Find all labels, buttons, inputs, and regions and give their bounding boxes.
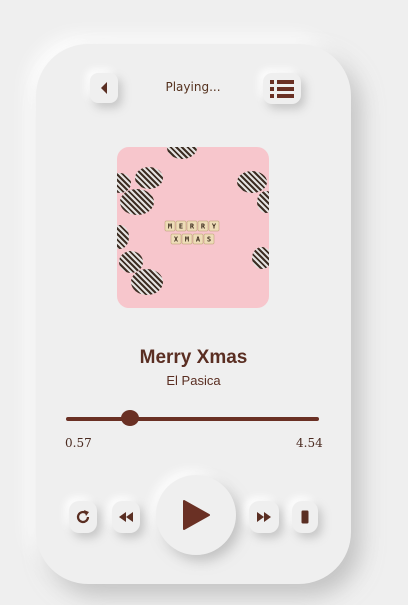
letter-tile-text: M — [168, 223, 172, 231]
total-time: 4.54 — [296, 436, 323, 450]
progress-track[interactable] — [66, 417, 319, 421]
progress-thumb[interactable] — [121, 410, 139, 426]
back-button[interactable] — [90, 73, 118, 103]
play-button[interactable] — [156, 475, 236, 555]
rewind-button[interactable] — [112, 501, 140, 533]
scrabble-tiles: MERRY XMAS — [164, 220, 220, 245]
play-icon — [183, 500, 210, 530]
playlist-button[interactable] — [263, 73, 301, 104]
back-icon — [101, 82, 107, 94]
rewind-icon — [119, 512, 133, 522]
current-time: 0.57 — [65, 436, 92, 450]
repeat-icon — [76, 510, 90, 524]
fast-forward-icon — [257, 512, 271, 522]
app-screen: Playing... MERRY XMAS Merry Xmas El Pasi… — [0, 0, 408, 605]
album-artwork: MERRY XMAS — [117, 147, 269, 308]
letter-tile-text: E — [179, 223, 183, 231]
letter-tile-text: M — [185, 236, 189, 244]
song-title: Merry Xmas — [139, 347, 248, 368]
list-icon — [270, 79, 294, 98]
repeat-button[interactable] — [69, 501, 97, 533]
song-artist: El Pasica — [166, 373, 221, 388]
device-button[interactable] — [292, 501, 318, 533]
fast-forward-button[interactable] — [249, 501, 279, 533]
header-title: Playing... — [165, 80, 221, 94]
device-icon — [301, 510, 309, 524]
letter-tile-text: S — [207, 236, 211, 244]
